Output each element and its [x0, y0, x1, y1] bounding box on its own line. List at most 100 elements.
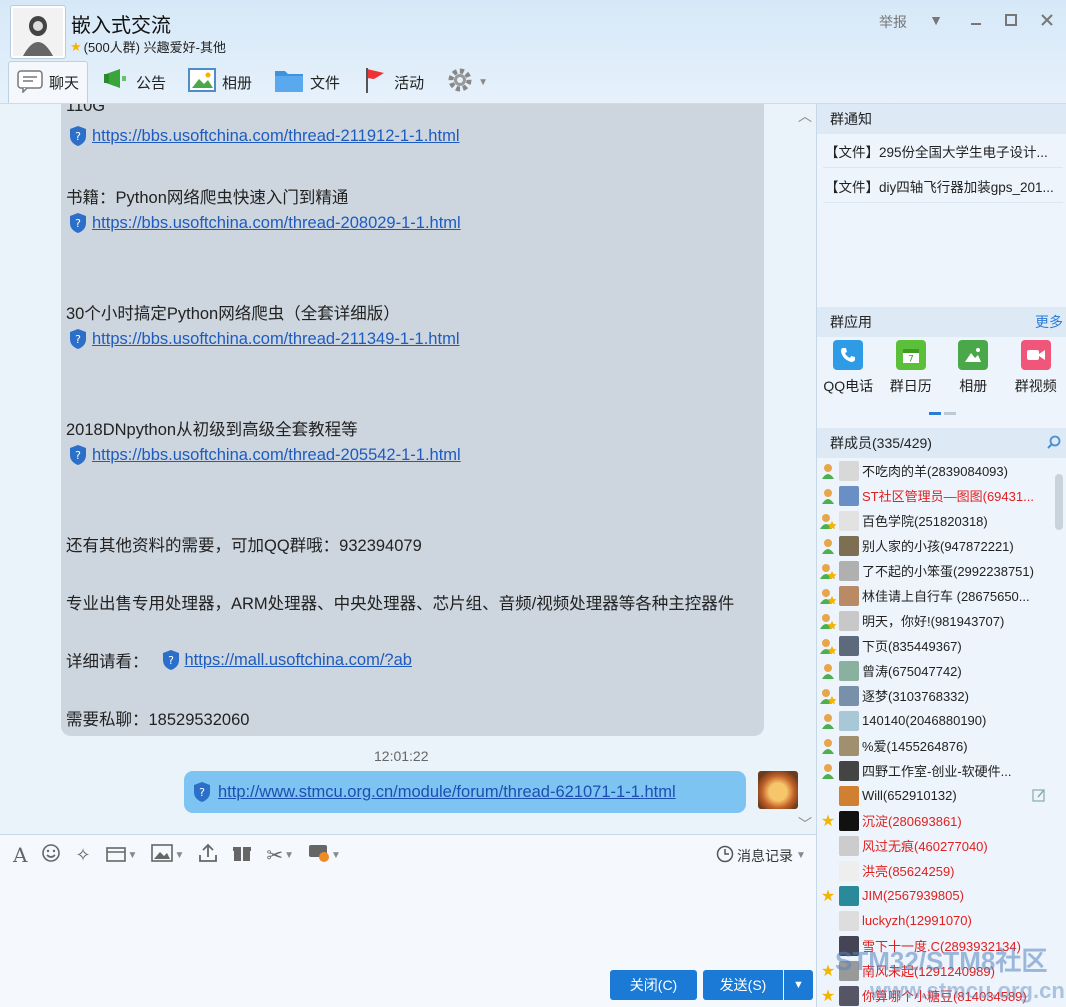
tab-files[interactable]: 文件	[266, 62, 348, 102]
member-list-scrollbar[interactable]	[1055, 474, 1063, 530]
member-avatar[interactable]	[839, 735, 859, 756]
shield-icon: ?	[68, 125, 88, 147]
detail-link[interactable]: https://mall.usoftchina.com/?ab	[185, 651, 412, 670]
group-avatar[interactable]	[10, 5, 66, 59]
member-row[interactable]: 四野工作室-创业-软硬件...	[817, 758, 1066, 783]
member-avatar[interactable]	[839, 710, 859, 731]
apps-more-link[interactable]: 更多	[1035, 312, 1063, 332]
member-avatar[interactable]	[839, 835, 859, 856]
notice-item[interactable]: 【文件】295份全国大学生电子设计...	[823, 134, 1063, 168]
member-avatar[interactable]	[839, 485, 859, 506]
close-button[interactable]: 关闭(C)	[610, 970, 697, 1000]
member-row[interactable]: ★ JIM(2567939805)	[817, 883, 1066, 908]
member-avatar[interactable]	[839, 685, 859, 706]
member-row[interactable]: Will(652910132)	[817, 783, 1066, 808]
apps-pager[interactable]	[929, 412, 956, 415]
member-name: %爱(1455264876)	[862, 739, 968, 754]
self-avatar[interactable]	[758, 771, 798, 809]
member-row[interactable]: ST社区管理员—图图(69431...	[817, 483, 1066, 508]
app-video[interactable]: 群视频	[1005, 340, 1066, 410]
scroll-up-icon[interactable]: ︿	[798, 106, 812, 126]
minimize-icon[interactable]	[966, 10, 986, 30]
member-row[interactable]: 了不起的小笨蛋(2992238751)	[817, 558, 1066, 583]
send-options-button[interactable]: ▼	[784, 970, 813, 1000]
tab-label: 活动	[394, 74, 425, 92]
screenshot-button[interactable]: ✂ ▼	[263, 843, 297, 867]
message-tools-icon	[308, 843, 330, 868]
member-name: 不吃肉的羊(2839084093)	[862, 464, 1008, 479]
member-avatar[interactable]	[839, 585, 859, 606]
member-avatar[interactable]	[839, 760, 859, 781]
member-row[interactable]: 百色学院(251820318)	[817, 508, 1066, 533]
member-row[interactable]: 下页(835449367)	[817, 633, 1066, 658]
member-name: 曾涛(675047742)	[862, 664, 962, 679]
emoji-button[interactable]	[38, 843, 64, 867]
member-avatar[interactable]	[839, 510, 859, 531]
member-row[interactable]: 不吃肉的羊(2839084093)	[817, 458, 1066, 483]
member-avatar[interactable]	[839, 460, 859, 481]
flag-icon	[362, 66, 388, 98]
member-row[interactable]: 林佳请上自行车 (28675650...	[817, 583, 1066, 608]
member-row[interactable]: 风过无痕(460277040)	[817, 833, 1066, 858]
member-avatar[interactable]	[839, 535, 859, 556]
chat-history[interactable]: 110G ? https://bbs.usoftchina.com/thread…	[0, 104, 816, 834]
font-button[interactable]: A	[10, 843, 30, 867]
member-row[interactable]: 逐梦(3103768332)	[817, 683, 1066, 708]
shield-icon: ?	[68, 328, 88, 350]
send-button[interactable]: 发送(S)	[703, 970, 783, 1000]
maximize-icon[interactable]	[1001, 10, 1021, 30]
member-name: 洪亮(85624259)	[862, 864, 955, 879]
member-row[interactable]: 曾涛(675047742)	[817, 658, 1066, 683]
sent-link[interactable]: http://www.stmcu.org.cn/module/forum/thr…	[218, 783, 676, 802]
more-tools-button[interactable]: ▼	[305, 843, 344, 867]
message-input[interactable]	[0, 877, 816, 967]
member-row[interactable]: 别人家的小孩(947872221)	[817, 533, 1066, 558]
member-avatar[interactable]	[839, 910, 859, 931]
member-avatar[interactable]	[839, 635, 859, 656]
message-link[interactable]: https://bbs.usoftchina.com/thread-211349…	[92, 330, 459, 349]
message-history-button[interactable]: 消息记录 ▼	[716, 845, 806, 866]
close-icon[interactable]	[1037, 10, 1057, 30]
chevron-down-icon: ▼	[284, 849, 295, 861]
search-icon[interactable]	[1047, 435, 1062, 453]
tab-activity[interactable]: 活动	[354, 62, 432, 102]
member-avatar[interactable]	[839, 560, 859, 581]
message-link[interactable]: https://bbs.usoftchina.com/thread-211912…	[92, 127, 459, 146]
message-link[interactable]: https://bbs.usoftchina.com/thread-208029…	[92, 214, 461, 233]
member-row[interactable]: luckyzh(12991070)	[817, 908, 1066, 933]
member-avatar[interactable]	[839, 860, 859, 881]
gift-button[interactable]	[229, 843, 255, 867]
tab-album[interactable]: 相册	[180, 62, 260, 102]
upload-button[interactable]	[195, 843, 221, 867]
member-row[interactable]: ★ 沉淀(280693861)	[817, 808, 1066, 833]
member-avatar[interactable]	[839, 885, 859, 906]
notice-item[interactable]: 【文件】diy四轴飞行器加装gps_201...	[823, 169, 1063, 203]
admin-icon	[817, 663, 839, 679]
member-row[interactable]: 洪亮(85624259)	[817, 858, 1066, 883]
app-qq-phone[interactable]: QQ电话	[817, 340, 880, 410]
app-calendar[interactable]: 7 群日历	[880, 340, 943, 410]
edit-icon[interactable]	[1032, 788, 1046, 805]
settings-menu[interactable]: ▼	[438, 62, 496, 102]
member-list[interactable]: 不吃肉的羊(2839084093) ST社区管理员—图图(69431... 百色学院…	[817, 458, 1066, 1007]
report-link[interactable]: 举报	[879, 12, 907, 32]
shake-button[interactable]: ✧	[72, 843, 93, 867]
dropdown-icon[interactable]: ▼	[926, 10, 946, 30]
message-text: 需要私聊：18529532060	[66, 711, 250, 729]
member-row[interactable]: %爱(1455264876)	[817, 733, 1066, 758]
member-row[interactable]: 明天，你好!(981943707)	[817, 608, 1066, 633]
scroll-down-icon[interactable]: ﹀	[798, 814, 812, 834]
member-avatar[interactable]	[839, 610, 859, 631]
tab-chat[interactable]: 聊天	[8, 61, 89, 103]
member-row[interactable]: 140140(2046880190)	[817, 708, 1066, 733]
member-avatar[interactable]	[839, 785, 859, 806]
tab-announcement[interactable]: 公告	[94, 62, 174, 102]
image-button[interactable]: ▼	[148, 843, 187, 867]
message-link[interactable]: https://bbs.usoftchina.com/thread-205542…	[92, 446, 461, 465]
gif-button[interactable]: ▼	[102, 843, 141, 867]
member-avatar[interactable]	[839, 660, 859, 681]
app-album[interactable]: 相册	[942, 340, 1005, 410]
member-avatar[interactable]	[839, 985, 859, 1006]
svg-text:?: ?	[168, 654, 174, 667]
member-avatar[interactable]	[839, 810, 859, 831]
